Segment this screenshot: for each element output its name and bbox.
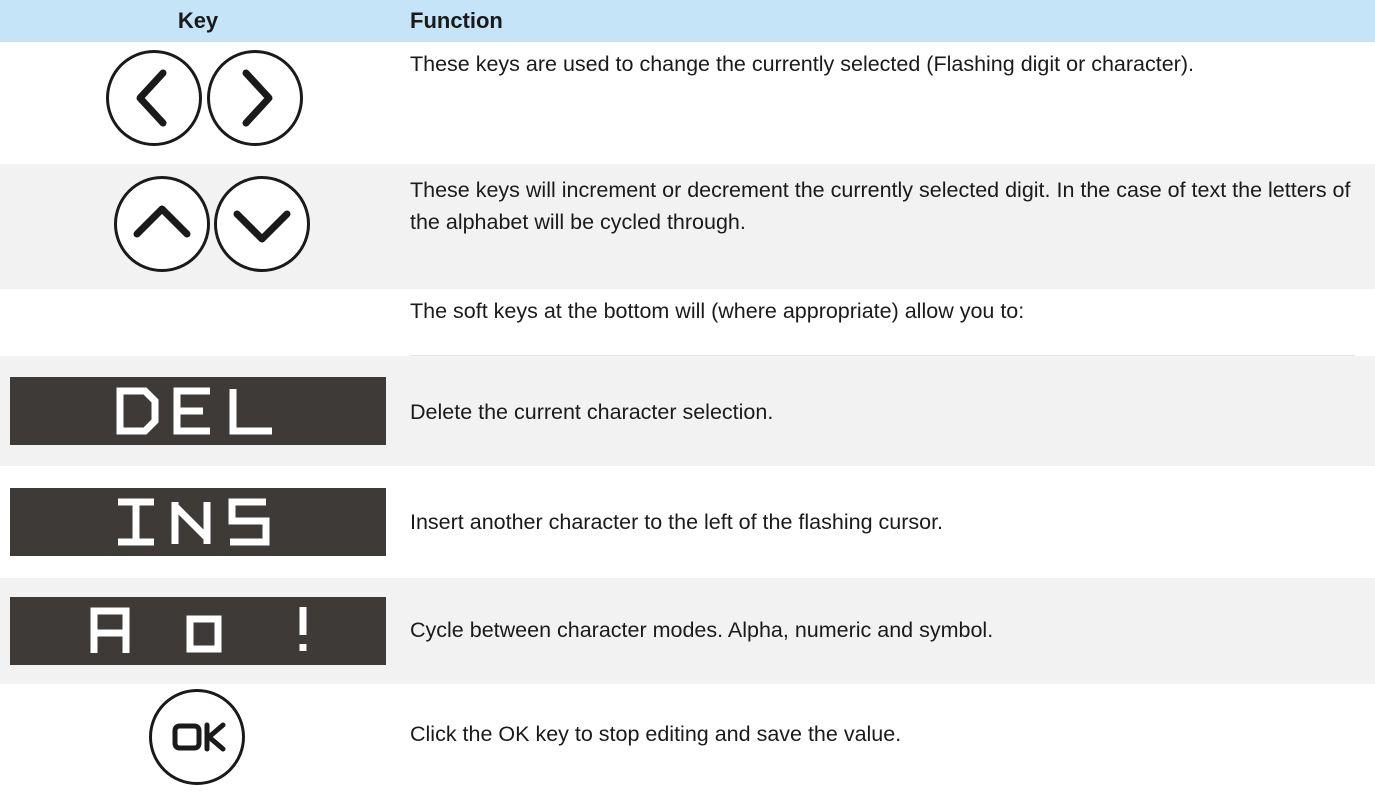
function-text: Delete the current character selection. (410, 400, 774, 424)
ok-key-label (172, 722, 226, 752)
function-text: These keys will increment or decrement t… (410, 178, 1351, 234)
table-row: Insert another character to the left of … (0, 466, 1375, 578)
function-text: Click the OK key to stop editing and sav… (410, 722, 902, 746)
table-row: The soft keys at the bottom will (where … (0, 289, 1375, 355)
mode-softkey-label (90, 607, 307, 653)
chevron-right-icon (242, 69, 273, 127)
table-header: Key Function (0, 0, 1375, 42)
key-cell (0, 466, 396, 578)
table-row: These keys will increment or decrement t… (0, 164, 1375, 289)
function-text: The soft keys at the bottom will (where … (410, 299, 1025, 323)
header-function: Function (410, 8, 503, 33)
left-key[interactable] (106, 50, 202, 146)
key-cell (0, 356, 396, 466)
key-cell (0, 578, 396, 684)
ins-softkey-label (118, 498, 270, 546)
function-text: These keys are used to change the curren… (410, 52, 1194, 76)
up-key[interactable] (114, 176, 210, 272)
table-row: Click the OK key to stop editing and sav… (0, 684, 1375, 796)
chevron-left-icon (136, 69, 167, 127)
header-key: Key (177, 8, 219, 33)
table-row: These keys are used to change the curren… (0, 42, 1375, 155)
ok-key[interactable] (149, 689, 245, 785)
function-text: Cycle between character modes. Alpha, nu… (410, 618, 994, 642)
del-softkey[interactable] (10, 377, 386, 445)
ins-softkey[interactable] (10, 488, 386, 556)
del-softkey-label (116, 387, 272, 435)
table-row: Cycle between character modes. Alpha, nu… (0, 578, 1375, 684)
function-text: Insert another character to the left of … (410, 510, 944, 534)
key-cell (0, 684, 396, 796)
table-row: Delete the current character selection. (0, 356, 1375, 466)
chevron-down-icon (233, 210, 291, 243)
key-cell (0, 164, 396, 289)
mode-softkey[interactable] (10, 597, 386, 665)
chevron-up-icon (133, 205, 191, 238)
down-key[interactable] (214, 176, 310, 272)
right-key[interactable] (207, 50, 303, 146)
key-cell (0, 42, 396, 155)
